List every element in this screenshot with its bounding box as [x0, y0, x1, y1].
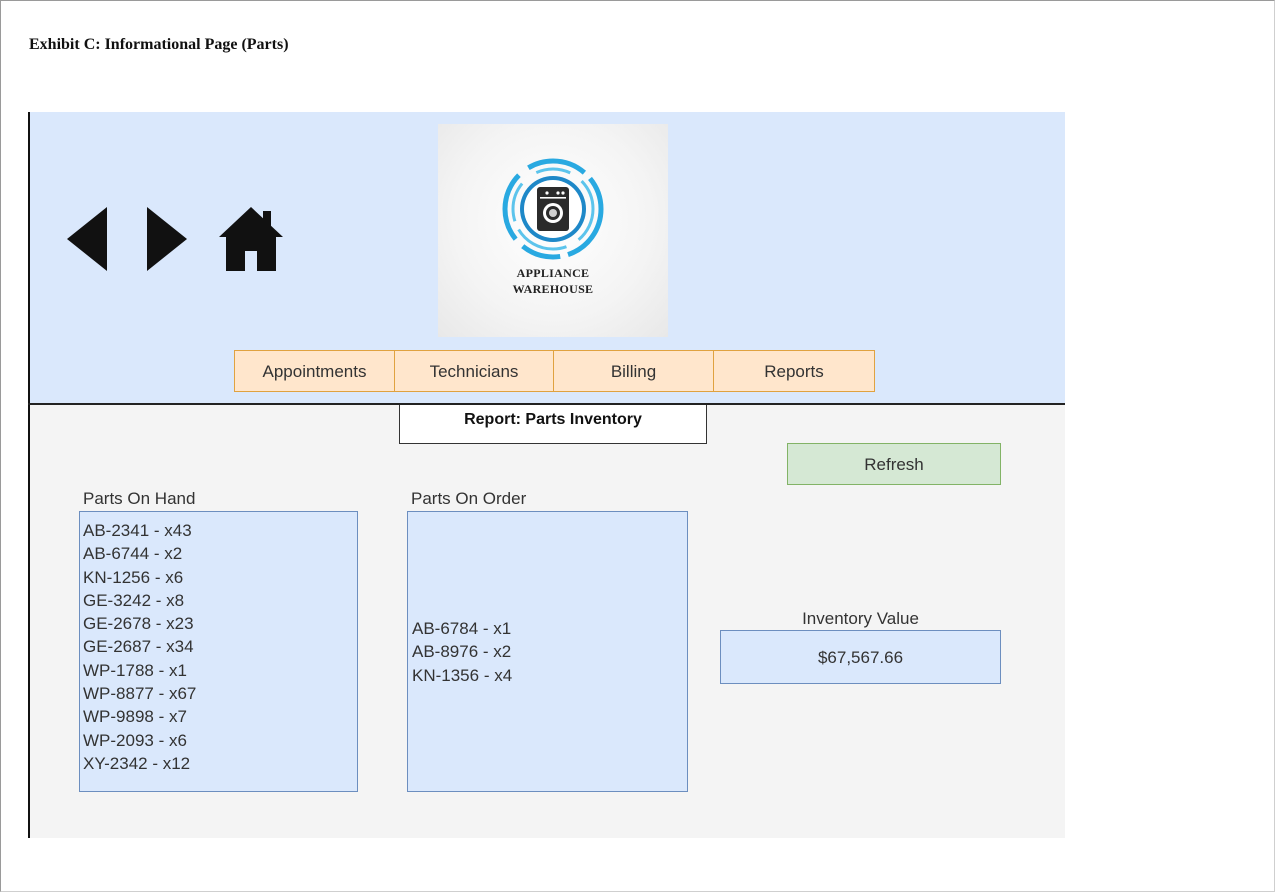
list-item: GE-2678 - x23 — [83, 614, 194, 634]
list-item: WP-1788 - x1 — [83, 660, 187, 680]
inventory-value-label: Inventory Value — [802, 609, 919, 628]
list-item: WP-2093 - x6 — [83, 730, 187, 750]
list-item: GE-2687 - x34 — [83, 637, 194, 657]
inventory-value-field: $67,567.66 — [720, 630, 1001, 684]
parts-on-hand-list[interactable]: AB-2341 - x43 AB-6744 - x2 KN-1256 - x6 … — [79, 511, 358, 792]
report-title: Report: Parts Inventory — [399, 405, 707, 444]
list-item: GE-3242 - x8 — [83, 590, 185, 610]
list-item: AB-6744 - x2 — [83, 544, 183, 564]
washing-machine-icon — [502, 158, 604, 260]
parts-on-order-label: Parts On Order — [411, 489, 527, 508]
menu-item-billing[interactable]: Billing — [554, 351, 714, 391]
refresh-button[interactable]: Refresh — [787, 443, 1001, 485]
menu-item-technicians[interactable]: Technicians — [395, 351, 554, 391]
triangle-left-icon[interactable] — [67, 207, 107, 271]
list-item: XY-2342 - x12 — [83, 753, 191, 773]
parts-on-order-list[interactable]: AB-6784 - x1 AB-8976 - x2 KN-1356 - x4 — [407, 511, 688, 792]
parts-on-hand-label: Parts On Hand — [83, 489, 196, 508]
list-item: WP-9898 - x7 — [83, 707, 187, 727]
list-item: KN-1256 - x6 — [83, 567, 184, 587]
exhibit-title: Exhibit C: Informational Page (Parts) — [29, 36, 289, 53]
menu-item-appointments[interactable]: Appointments — [235, 351, 395, 391]
house-icon[interactable] — [219, 205, 283, 271]
list-item: WP-8877 - x67 — [83, 684, 197, 704]
left-rule — [28, 112, 30, 838]
menu-item-reports[interactable]: Reports — [714, 351, 874, 391]
list-item: AB-6784 - x1 — [412, 619, 512, 638]
logo: APPLIANCE WAREHOUSE — [438, 124, 668, 337]
list-item: AB-2341 - x43 — [83, 521, 192, 540]
list-item: KN-1356 - x4 — [412, 665, 513, 685]
main-menu: Appointments Technicians Billing Reports — [234, 350, 875, 392]
logo-text-line1: APPLIANCE — [516, 266, 590, 280]
logo-text-line2: WAREHOUSE — [512, 282, 594, 296]
list-item: AB-8976 - x2 — [412, 642, 512, 662]
triangle-right-icon[interactable] — [147, 207, 187, 271]
